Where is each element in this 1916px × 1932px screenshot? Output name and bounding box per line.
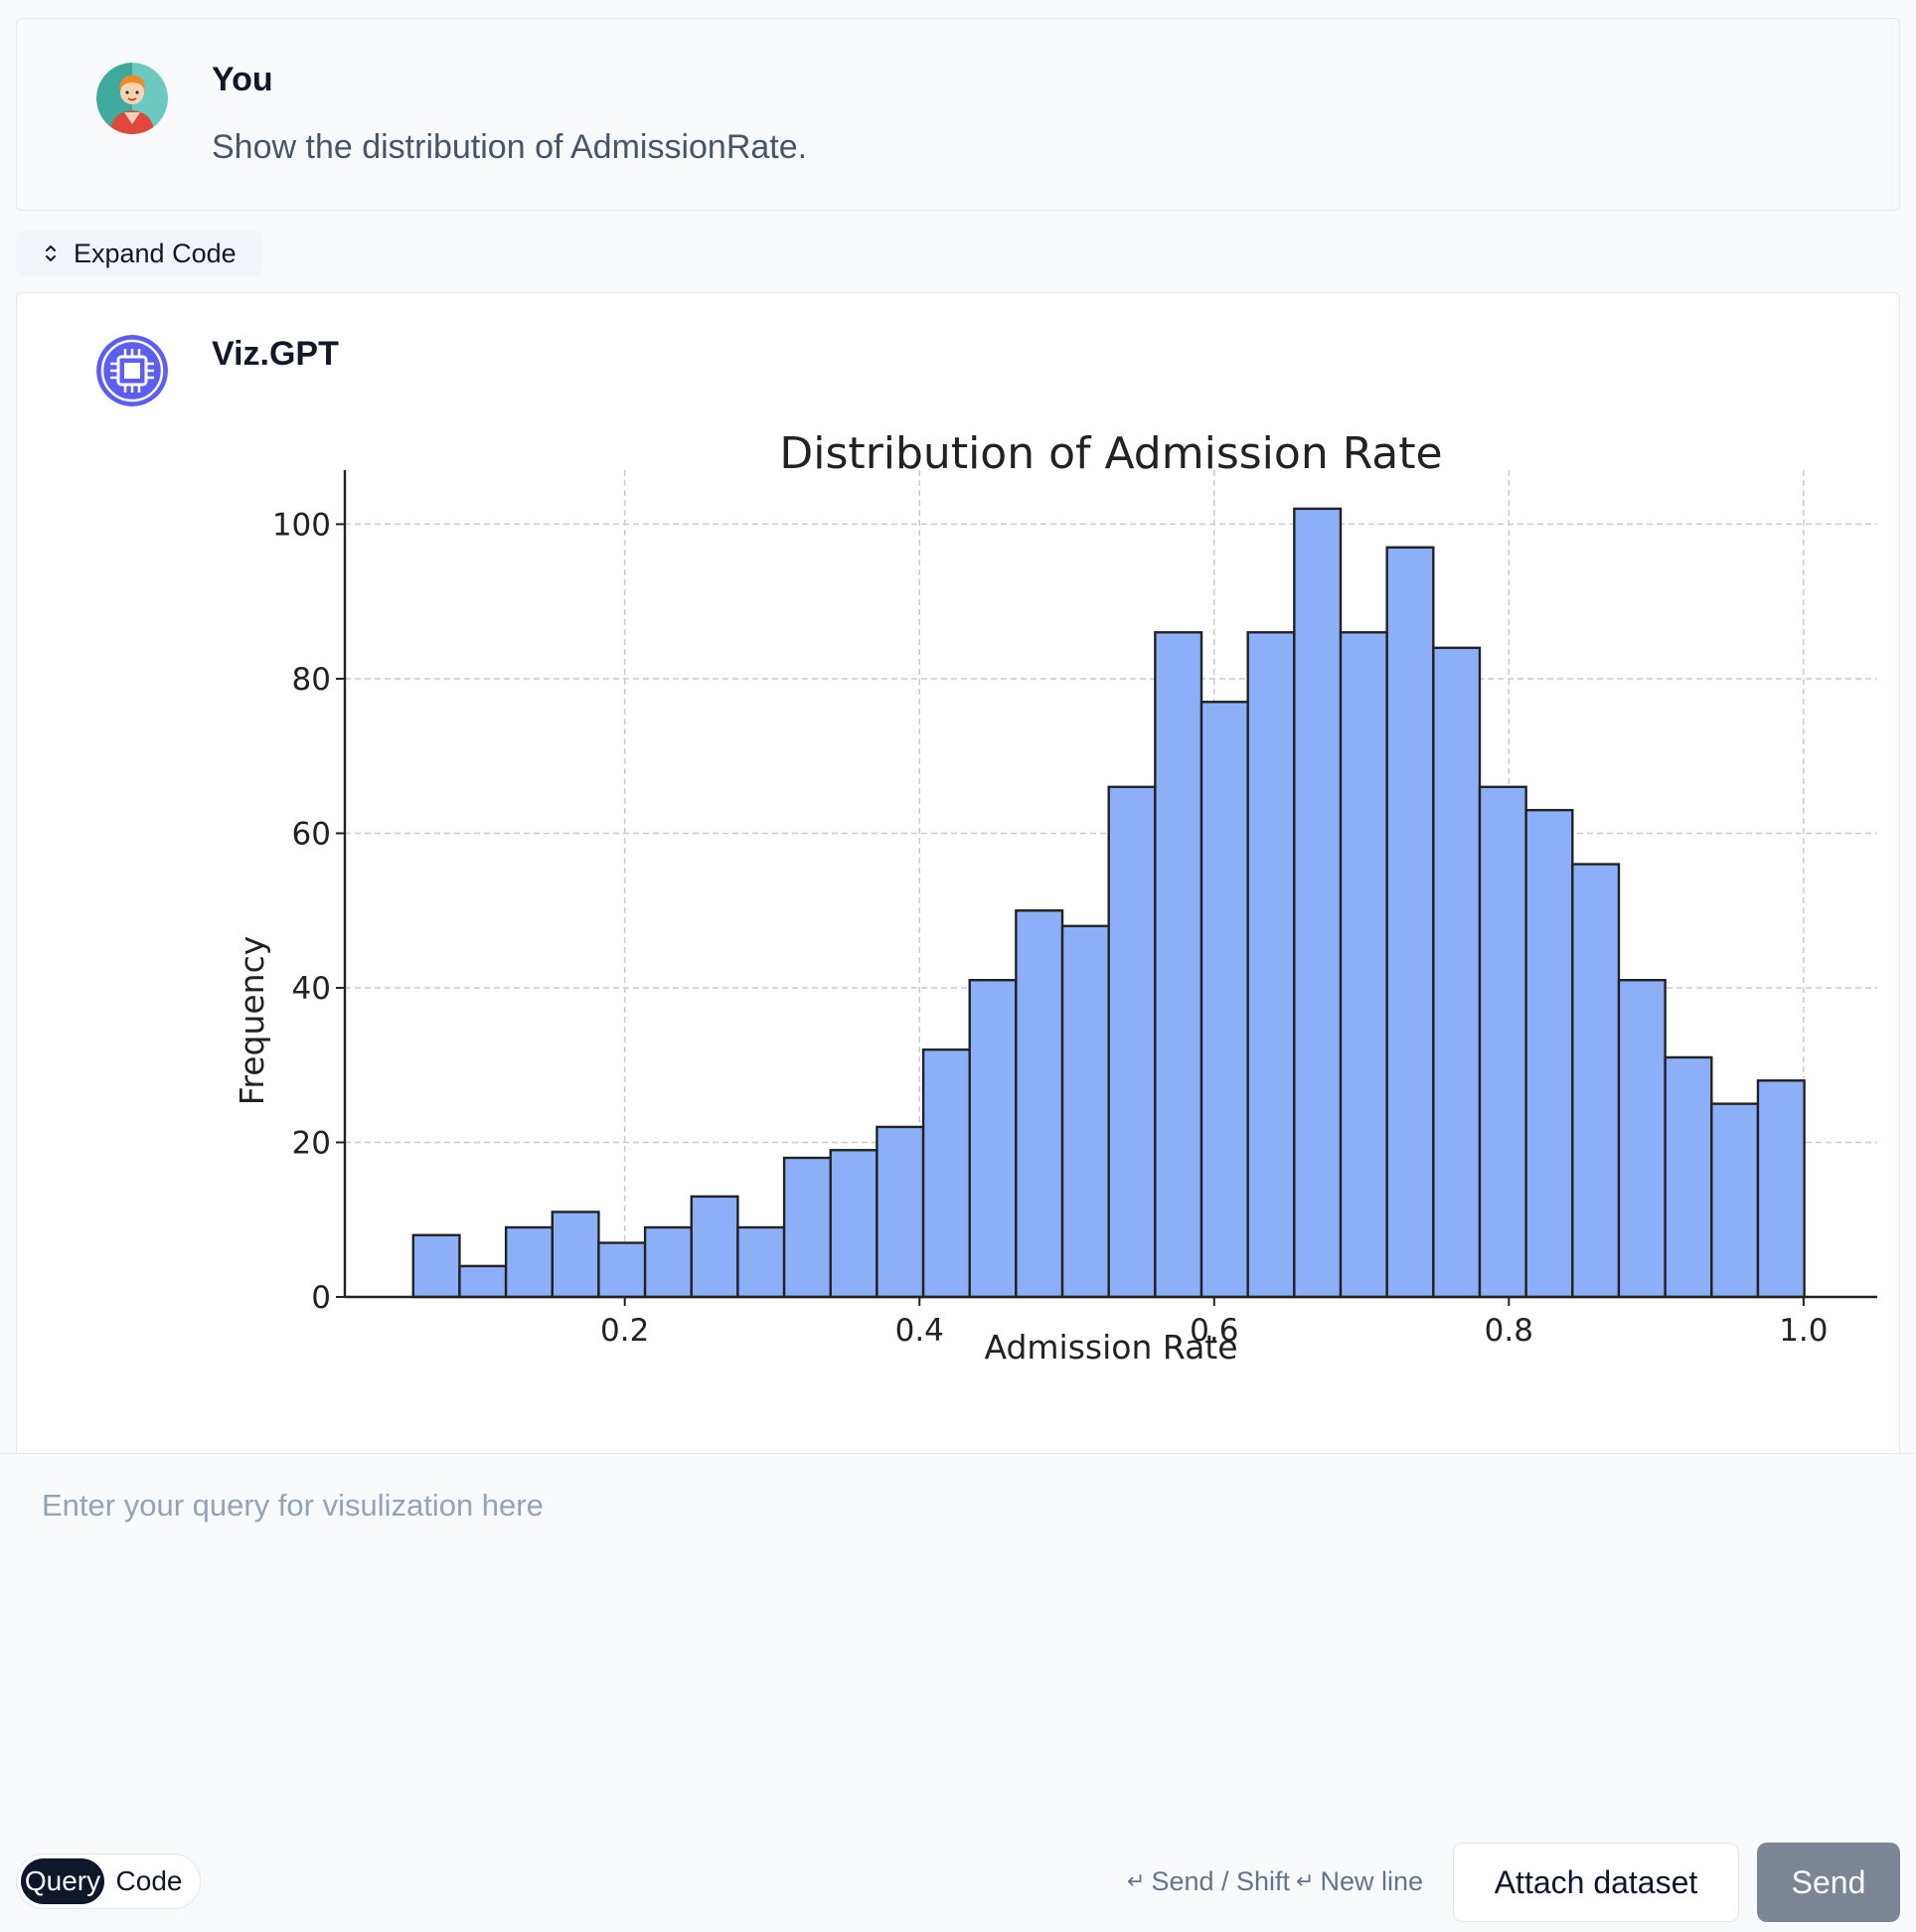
y-tick-label: 40 — [292, 971, 331, 1007]
chevron-up-down-icon — [46, 245, 56, 261]
send-button[interactable]: Send — [1757, 1843, 1900, 1922]
user-avatar — [96, 63, 168, 134]
histogram-bar — [1432, 646, 1482, 1299]
histogram-bar — [504, 1225, 554, 1299]
x-tick-label: 0.8 — [1485, 1313, 1533, 1349]
y-tick-label: 0 — [311, 1280, 331, 1316]
y-tick-label: 100 — [272, 507, 331, 543]
x-tick-label: 1.0 — [1779, 1313, 1828, 1349]
chat-page: You Show the distribution of AdmissionRa… — [0, 0, 1916, 1932]
y-tick-label: 60 — [292, 816, 331, 852]
histogram-bar — [921, 1047, 971, 1299]
histogram-bar — [1710, 1102, 1760, 1299]
histogram-bar — [597, 1241, 647, 1299]
histogram-bar — [411, 1233, 461, 1299]
histogram-bar — [1246, 631, 1296, 1299]
histogram-bar — [551, 1210, 600, 1299]
histogram-bar — [1339, 631, 1388, 1299]
x-axis-label: Admission Rate — [984, 1328, 1237, 1367]
mode-query-option[interactable]: Query — [21, 1858, 104, 1904]
histogram-bar — [1199, 701, 1249, 1299]
histogram-bar — [1478, 785, 1527, 1299]
histogram-bar — [1664, 1055, 1713, 1299]
chip-icon — [96, 335, 168, 406]
newline-hint-text: New line — [1320, 1865, 1424, 1896]
histogram-bar — [736, 1225, 786, 1299]
histogram-bar — [458, 1264, 508, 1299]
user-author-name: You — [212, 61, 273, 98]
assistant-author-name: Viz.GPT — [212, 335, 339, 373]
y-axis-label: Frequency — [233, 936, 271, 1105]
x-tick-label: 0.2 — [600, 1313, 649, 1349]
histogram-bar — [1060, 924, 1110, 1299]
histogram-bar — [968, 978, 1018, 1299]
send-hint-text: Send / Shift — [1151, 1865, 1291, 1896]
user-message-text: Show the distribution of AdmissionRate. — [212, 128, 808, 166]
histogram-bar — [1015, 909, 1064, 1299]
attach-dataset-button[interactable]: Attach dataset — [1453, 1843, 1739, 1922]
expand-code-button[interactable]: Expand Code — [16, 231, 262, 276]
chart-bars — [411, 507, 1806, 1299]
histogram-chart: Distribution of Admission Rate 0 20 40 60 80… — [233, 428, 1877, 1367]
histogram-bar — [1571, 863, 1621, 1299]
expand-code-label: Expand Code — [74, 238, 237, 268]
histogram-bar — [690, 1195, 739, 1299]
histogram-bar — [1154, 631, 1203, 1299]
histogram-bar — [1385, 546, 1435, 1299]
histogram-bar — [782, 1156, 832, 1299]
histogram-bar — [1524, 808, 1574, 1299]
assistant-message: Viz.GPT Distribution of Admission Rate 0… — [16, 292, 1900, 1455]
enter-key-icon: ↵ — [1296, 1868, 1315, 1893]
keyboard-hint: ↵ Send / Shift ↵ New line — [1127, 1861, 1423, 1901]
mode-code-option[interactable]: Code — [104, 1858, 194, 1904]
y-tick-label: 20 — [292, 1125, 331, 1161]
histogram-bar — [876, 1125, 925, 1299]
enter-key-icon: ↵ — [1127, 1868, 1146, 1893]
histogram-bar — [1756, 1079, 1806, 1299]
query-composer: Query Code ↵ Send / Shift ↵ New line Att… — [0, 1453, 1916, 1932]
query-input[interactable] — [28, 1474, 1886, 1832]
histogram-bar — [1617, 978, 1667, 1299]
y-tick-label: 80 — [292, 662, 331, 698]
histogram-bar — [1107, 785, 1157, 1299]
user-message: You Show the distribution of AdmissionRa… — [16, 18, 1900, 211]
histogram-bar — [643, 1225, 693, 1299]
chart-title: Distribution of Admission Rate — [779, 428, 1442, 479]
mode-toggle: Query Code — [16, 1853, 201, 1909]
histogram-bar — [1293, 507, 1343, 1299]
histogram-bar — [829, 1149, 878, 1299]
x-tick-label: 0.4 — [895, 1313, 944, 1349]
